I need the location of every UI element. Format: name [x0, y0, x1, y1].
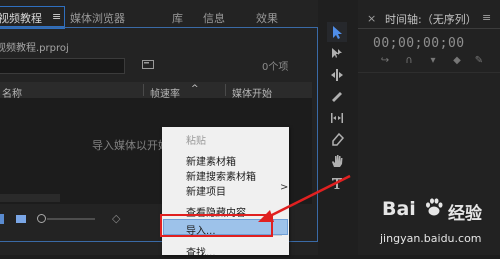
hand-tool-icon[interactable]	[329, 153, 345, 169]
menu-item-paste: 粘贴	[186, 136, 206, 147]
timeline-tab-underline	[358, 28, 500, 29]
linked-selection-icon[interactable]: ▾	[428, 56, 438, 66]
timeline-title[interactable]: 时间轴:（无序列）	[385, 11, 477, 27]
horizontal-scrollbar[interactable]	[0, 194, 60, 202]
watermark-logo-jingyan: 经验	[448, 204, 482, 224]
list-view-icon[interactable]	[0, 214, 4, 224]
close-icon[interactable]: ×	[367, 12, 376, 25]
column-divider[interactable]	[225, 84, 226, 96]
slip-tool-icon[interactable]	[329, 110, 345, 126]
watermark-url: jingyan.baidu.com	[380, 232, 482, 245]
sort-icons-icon[interactable]: ◇	[112, 212, 120, 225]
tab-effects[interactable]: 效果	[256, 10, 278, 26]
zoom-slider-track[interactable]	[47, 218, 95, 220]
zoom-slider-handle[interactable]	[37, 214, 46, 223]
item-count: 0个项	[262, 62, 289, 73]
icon-view-icon[interactable]	[16, 215, 26, 223]
active-tab-outline	[0, 6, 65, 27]
pen-tool-icon[interactable]	[329, 132, 345, 148]
ripple-edit-tool-icon[interactable]	[329, 67, 345, 83]
menu-item-find[interactable]: 查找...	[186, 244, 216, 259]
project-file-name: 视频教程.prproj	[0, 43, 69, 54]
sort-ascending-icon[interactable]: ^	[191, 84, 199, 94]
column-divider[interactable]	[143, 84, 144, 96]
menu-item-new-search-bin[interactable]: 新建搜索素材箱	[186, 168, 256, 183]
timeline-divider	[358, 72, 500, 73]
menu-item-new-bin[interactable]: 新建素材箱	[186, 153, 236, 168]
snap-icon[interactable]: ↪	[380, 56, 390, 66]
tab-info[interactable]: 信息	[203, 10, 225, 26]
track-select-tool-icon[interactable]	[329, 45, 345, 61]
menu-item-new-item[interactable]: 新建项目	[186, 183, 226, 198]
razor-tool-icon[interactable]	[329, 89, 345, 105]
tab-media-browser[interactable]: 媒体浏览器	[70, 10, 125, 26]
selection-tool-icon[interactable]	[329, 24, 345, 40]
wrench-icon[interactable]: ✎	[474, 56, 484, 66]
search-input[interactable]	[0, 58, 125, 74]
panel-menu-icon[interactable]: ≡	[482, 11, 491, 24]
timecode-display[interactable]: 00;00;00;00	[373, 36, 465, 51]
empty-list-hint: 导入媒体以开始	[92, 139, 169, 152]
type-tool-icon[interactable]	[329, 175, 345, 191]
magnet-icon[interactable]: ∩	[404, 56, 414, 66]
watermark-logo-bai: Bai	[382, 198, 416, 220]
submenu-chevron-icon: >	[280, 182, 289, 193]
tab-libraries[interactable]: 库	[172, 10, 183, 26]
new-search-bin-icon[interactable]	[142, 59, 154, 69]
add-marker-icon[interactable]: ◆	[452, 56, 462, 66]
annotation-highlight-box	[160, 214, 273, 237]
baidu-paw-logo-icon	[426, 198, 443, 216]
